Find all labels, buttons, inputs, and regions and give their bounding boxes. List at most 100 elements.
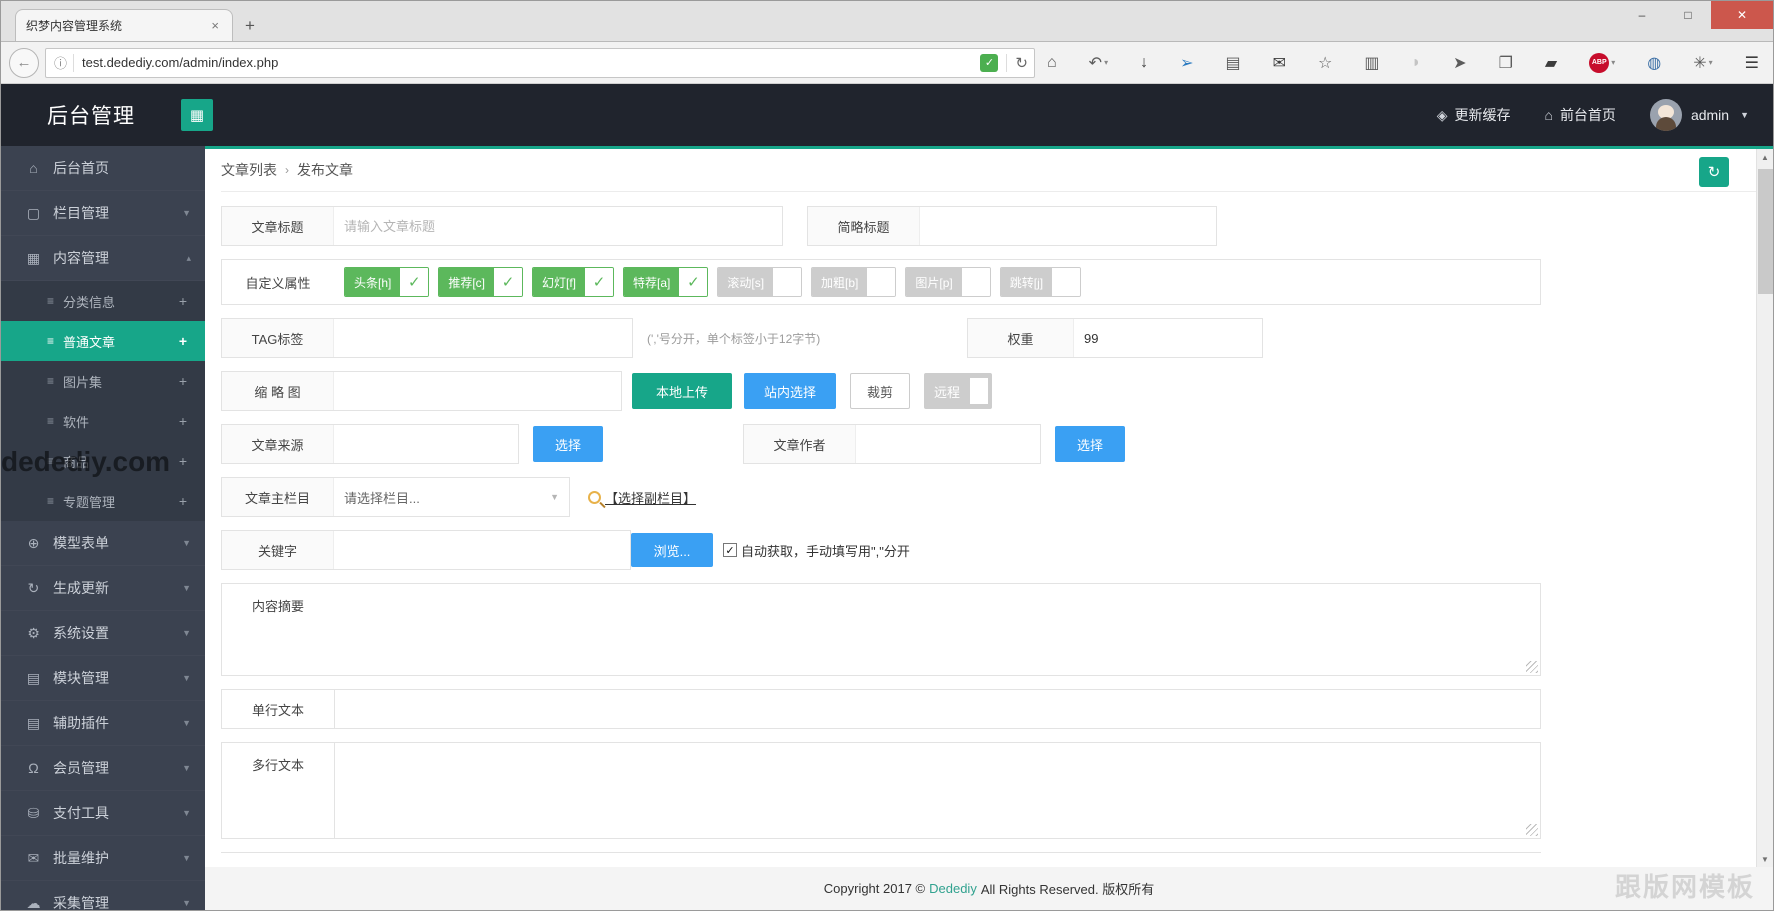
- content-refresh-button[interactable]: ↻: [1699, 157, 1729, 187]
- reload-icon[interactable]: ↻: [1006, 53, 1028, 72]
- sidebar-subitem-normal-article[interactable]: ≡ 普通文章 +: [1, 321, 205, 361]
- maximize-button[interactable]: □: [1665, 1, 1711, 29]
- thumbnail-input[interactable]: [334, 372, 621, 410]
- checkbox-empty-icon[interactable]: [773, 268, 802, 296]
- download-icon[interactable]: ↓: [1140, 54, 1148, 72]
- sidebar-item-payment-tools[interactable]: ⛁ 支付工具 ▼: [1, 791, 205, 836]
- checkbox-checked-icon[interactable]: ✓: [679, 268, 708, 296]
- single-text-input[interactable]: [334, 690, 1540, 728]
- shield-icon[interactable]: ✓: [980, 53, 999, 72]
- breadcrumb-parent[interactable]: 文章列表: [221, 160, 277, 180]
- clipboard-icon[interactable]: ▥: [1364, 53, 1379, 73]
- sidebar-item-batch-maintenance[interactable]: ✉ 批量维护 ▼: [1, 836, 205, 881]
- author-select-button[interactable]: 选择: [1055, 426, 1125, 462]
- menu-icon[interactable]: ☰: [1745, 53, 1759, 73]
- author-input[interactable]: [856, 425, 1040, 463]
- plus-icon[interactable]: +: [179, 453, 187, 469]
- back-button[interactable]: ←: [9, 47, 39, 78]
- bookmark-star-icon[interactable]: ☆: [1318, 53, 1332, 73]
- attr-recommend-toggle[interactable]: 推荐[c] ✓: [438, 267, 524, 297]
- spider-icon[interactable]: ✳ ▾: [1693, 53, 1712, 73]
- attr-bold-toggle[interactable]: 加粗[b]: [811, 267, 897, 297]
- abp-caret-icon[interactable]: ▾: [1611, 58, 1615, 67]
- attr-headline-toggle[interactable]: 头条[h] ✓: [344, 267, 430, 297]
- site-select-button[interactable]: 站内选择: [744, 373, 836, 409]
- checkbox-checked-icon[interactable]: ✓: [400, 268, 429, 296]
- sidebar-subitem-image-gallery[interactable]: ≡ 图片集 +: [1, 361, 205, 401]
- checkbox-empty-icon[interactable]: [867, 268, 896, 296]
- spider-caret-icon[interactable]: ▾: [1709, 58, 1713, 67]
- folder-icon[interactable]: ▰: [1545, 53, 1557, 73]
- card-icon[interactable]: ▤: [1226, 53, 1241, 73]
- tab-close-icon[interactable]: ×: [208, 18, 222, 33]
- plus-icon[interactable]: +: [179, 293, 187, 309]
- source-select-button[interactable]: 选择: [533, 426, 603, 462]
- undo-caret-icon[interactable]: ▾: [1104, 58, 1108, 67]
- sidebar-item-dashboard[interactable]: ⌂ 后台首页: [1, 146, 205, 191]
- category-select[interactable]: 请选择栏目... ▼: [334, 478, 569, 516]
- info-icon[interactable]: ⓘ: [54, 53, 67, 72]
- user-menu[interactable]: admin ▼: [1649, 99, 1749, 131]
- attr-scroll-toggle[interactable]: 滚动[s]: [717, 267, 803, 297]
- adblock-icon[interactable]: ABP ▾: [1589, 52, 1615, 73]
- attr-jump-toggle[interactable]: 跳转[j]: [999, 267, 1082, 297]
- new-tab-button[interactable]: +: [233, 11, 267, 41]
- sidebar-subitem-products[interactable]: ≡ 商品 +: [1, 441, 205, 481]
- remote-toggle[interactable]: 远程: [924, 373, 993, 409]
- url-text[interactable]: test.dedediy.com/admin/index.php: [82, 55, 980, 70]
- vertical-scrollbar[interactable]: ▲ ▼: [1756, 149, 1773, 867]
- close-button[interactable]: ✕: [1711, 1, 1773, 29]
- sidebar-item-generate-update[interactable]: ↻ 生成更新 ▼: [1, 566, 205, 611]
- plus-icon[interactable]: +: [179, 373, 187, 389]
- mail-icon[interactable]: ✉: [1273, 53, 1286, 73]
- keywords-input[interactable]: [334, 531, 630, 569]
- home-icon[interactable]: ⌂: [1047, 54, 1057, 72]
- sidebar-item-collection-management[interactable]: ☁ 采集管理 ▼: [1, 881, 205, 911]
- checkbox-empty-icon[interactable]: [1052, 268, 1081, 296]
- short-title-input[interactable]: [920, 207, 1216, 245]
- telegram-icon[interactable]: ➤: [1453, 53, 1466, 73]
- resize-handle[interactable]: [1526, 824, 1538, 836]
- source-input[interactable]: [334, 425, 518, 463]
- sidebar-toggle-button[interactable]: ▦: [181, 99, 213, 131]
- sidebar-item-module-management[interactable]: ▤ 模块管理 ▼: [1, 656, 205, 701]
- front-home-link[interactable]: ⌂ 前台首页: [1544, 105, 1615, 125]
- multi-text-textarea[interactable]: [334, 743, 1540, 838]
- sidebar-item-system-settings[interactable]: ⚙ 系统设置 ▼: [1, 611, 205, 656]
- auto-fetch-checkbox[interactable]: ✓: [723, 543, 737, 557]
- scrollbar-track[interactable]: [1757, 165, 1773, 851]
- browse-button[interactable]: 浏览...: [631, 533, 713, 567]
- summary-textarea[interactable]: [334, 584, 1540, 675]
- scrollbar-thumb[interactable]: [1758, 169, 1773, 294]
- undo-icon[interactable]: ↶ ▾: [1089, 53, 1108, 73]
- sidebar-subitem-software[interactable]: ≡ 软件 +: [1, 401, 205, 441]
- panel-icon[interactable]: ❐: [1499, 53, 1513, 73]
- sidebar-subitem-classified-info[interactable]: ≡ 分类信息 +: [1, 281, 205, 321]
- sidebar-item-member-management[interactable]: Ω 会员管理 ▼: [1, 746, 205, 791]
- scroll-up-arrow[interactable]: ▲: [1757, 149, 1773, 165]
- browser-tab[interactable]: 织梦内容管理系统 ×: [15, 9, 233, 41]
- tag-input[interactable]: [334, 319, 632, 357]
- crop-button[interactable]: 裁剪: [850, 373, 910, 409]
- mic-icon[interactable]: ◍: [1647, 53, 1661, 73]
- url-bar[interactable]: ⓘ test.dedediy.com/admin/index.php ✓ ↻: [45, 47, 1035, 78]
- footer-link[interactable]: Dedediy: [929, 881, 977, 896]
- sidebar-subitem-topics[interactable]: ≡ 专题管理 +: [1, 481, 205, 521]
- sidebar-item-content[interactable]: ▦ 内容管理 ▴: [1, 236, 205, 281]
- plus-icon[interactable]: +: [179, 413, 187, 429]
- minimize-button[interactable]: –: [1619, 1, 1665, 29]
- scroll-down-arrow[interactable]: ▼: [1757, 851, 1773, 867]
- checkbox-empty-icon[interactable]: [970, 378, 989, 404]
- plus-icon[interactable]: +: [179, 493, 187, 509]
- sidebar-item-model-forms[interactable]: ⊕ 模型表单 ▼: [1, 521, 205, 566]
- weight-input[interactable]: [1074, 319, 1262, 357]
- subcategory-link[interactable]: 【选择副栏目】: [605, 488, 696, 507]
- checkbox-checked-icon[interactable]: ✓: [494, 268, 523, 296]
- sidebar-item-columns[interactable]: ▢ 栏目管理 ▼: [1, 191, 205, 236]
- sidebar-item-auxiliary-plugins[interactable]: ▤ 辅助插件 ▼: [1, 701, 205, 746]
- attr-picture-toggle[interactable]: 图片[p]: [905, 267, 991, 297]
- rss-icon[interactable]: ◗: [1412, 54, 1422, 72]
- resize-handle[interactable]: [1526, 661, 1538, 673]
- thunderbird-icon[interactable]: ➢: [1180, 53, 1193, 73]
- attr-special-toggle[interactable]: 特荐[a] ✓: [623, 267, 709, 297]
